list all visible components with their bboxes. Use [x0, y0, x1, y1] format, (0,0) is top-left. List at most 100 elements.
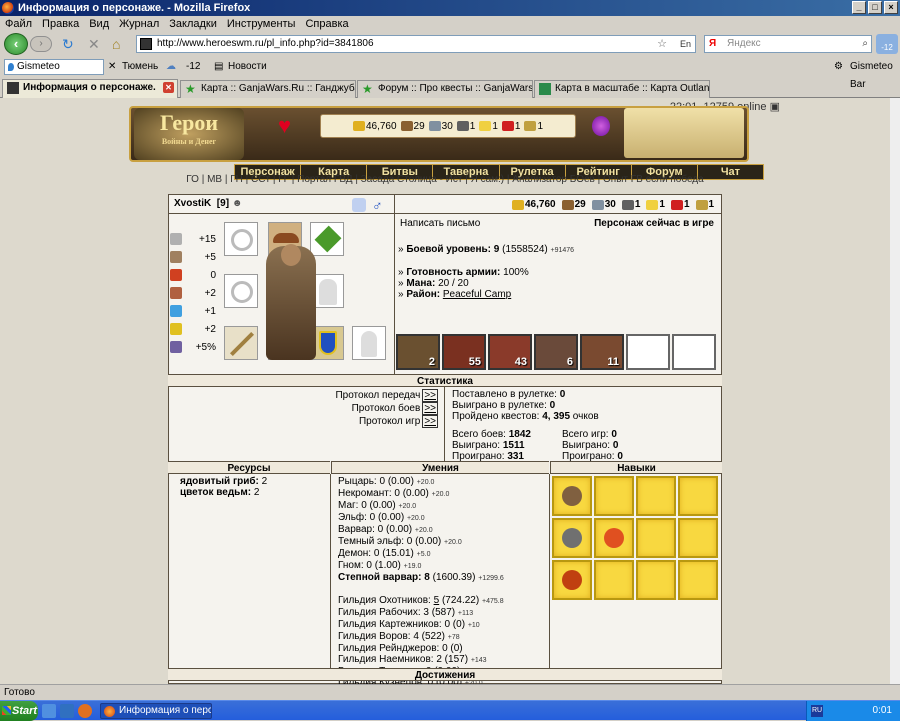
transfer-protocol-button[interactable]: >>	[422, 389, 438, 402]
maximize-button[interactable]: □	[868, 1, 882, 14]
empty-perk-slot[interactable]	[678, 518, 718, 558]
empty-perk-slot[interactable]	[636, 476, 676, 516]
wand-icon	[170, 269, 182, 281]
logo-subtitle: Войны и Денег	[161, 137, 217, 146]
home-icon[interactable]: ⌂	[112, 36, 120, 52]
back-button[interactable]: ‹	[4, 33, 28, 55]
divider	[394, 194, 395, 374]
scroll-icon[interactable]	[352, 198, 366, 212]
resource-value: 1	[537, 120, 544, 132]
menu-help[interactable]: Справка	[302, 16, 351, 32]
weather-badge[interactable]: -12	[876, 34, 898, 54]
rage-icon	[562, 570, 582, 590]
stop-icon[interactable]: ✕	[88, 36, 100, 52]
empty-perk-slot[interactable]	[636, 518, 676, 558]
skill-name: Эльф: 0 (0.00)	[338, 512, 405, 523]
empty-army-slot[interactable]	[672, 334, 716, 370]
mount-slot[interactable]	[352, 326, 386, 360]
empty-perk-slot[interactable]	[594, 560, 634, 600]
tab-character-info[interactable]: Информация о персонаже. ✕	[2, 79, 178, 99]
taskbar-firefox-window[interactable]: Информация о персо...	[100, 703, 212, 719]
resource-item: 1	[524, 121, 543, 132]
desktop-icon[interactable]	[60, 704, 74, 718]
weapon-slot[interactable]	[224, 326, 258, 360]
minimize-button[interactable]: _	[852, 1, 866, 14]
tab-close-icon[interactable]: ✕	[163, 82, 174, 93]
bookmark-star-icon[interactable]: ☆	[657, 36, 667, 52]
write-letter-link[interactable]: Написать письмо	[400, 218, 480, 229]
menu-edit[interactable]: Правка	[39, 16, 82, 32]
empty-perk-slot[interactable]	[678, 560, 718, 600]
empty-perk-slot[interactable]	[678, 476, 718, 516]
resource-value: 46,760	[365, 120, 397, 132]
health-heart-icon[interactable]: ♥	[278, 115, 298, 137]
url-bar[interactable]: http://www.heroeswm.ru/pl_info.php?id=38…	[136, 35, 696, 53]
attribute-row: +5%	[170, 338, 220, 356]
district-link[interactable]: Peaceful Camp	[443, 289, 511, 300]
search-input[interactable]: Я Яндекс ⌕	[704, 35, 872, 53]
perk-slot[interactable]	[552, 476, 592, 516]
ie-icon[interactable]	[42, 704, 56, 718]
resource-item: 29	[561, 199, 586, 210]
horn-icon	[170, 323, 182, 335]
ring-slot-2[interactable]	[224, 274, 258, 308]
tab-outland-map[interactable]: Карта в масштабе :: Карта Outland I...	[534, 80, 710, 98]
army-unit-slot[interactable]: 6	[534, 334, 578, 370]
skill-row: Рыцарь: 0 (0.00) +20.0	[338, 476, 548, 488]
faction-icon: ☻	[231, 198, 243, 209]
attribute-row: 0	[170, 266, 220, 284]
amulet-slot[interactable]	[310, 222, 344, 256]
page-scrollbar[interactable]	[890, 98, 900, 684]
yandex-icon: Я	[709, 38, 717, 49]
resource-item: 1	[479, 121, 498, 132]
character-name[interactable]: XvostiK	[174, 198, 211, 209]
character-info: » Боевой уровень: 9 (1558524) +91476 » Г…	[398, 244, 718, 300]
gear-icon[interactable]: ⚙	[834, 58, 843, 76]
search-icon[interactable]: ⌕	[862, 36, 868, 52]
perk-slot[interactable]	[594, 518, 634, 558]
menu-view[interactable]: Вид	[86, 16, 112, 32]
game-stats: Всего игр: 0 Выиграно: 0 Проиграно: 0	[562, 429, 623, 462]
army-unit-slot[interactable]: 43	[488, 334, 532, 370]
character-figure	[266, 244, 316, 360]
menu-file[interactable]: Файл	[2, 16, 35, 32]
rainbow-icon	[170, 305, 182, 317]
menu-tools[interactable]: Инструменты	[224, 16, 299, 32]
menu-bookmarks[interactable]: Закладки	[166, 16, 220, 32]
city-label[interactable]: Тюмень	[122, 58, 158, 76]
news-link[interactable]: Новости	[228, 58, 267, 76]
start-button[interactable]: Start	[0, 701, 38, 721]
roulette-bet-value: 0	[559, 389, 566, 400]
army-unit-slot[interactable]: 11	[580, 334, 624, 370]
resource-value: 29	[574, 199, 586, 210]
reload-icon[interactable]: ↻	[62, 36, 74, 52]
tab-label: Информация о персонаже.	[23, 82, 156, 93]
firefox-quick-icon[interactable]	[78, 704, 92, 718]
tab-ganjawars-map[interactable]: ★ Карта :: GanjaWars.Ru :: Ганджубас...	[180, 80, 356, 98]
army-bar: 2 55 43 6 11	[396, 334, 716, 370]
empty-perk-slot[interactable]	[594, 476, 634, 516]
gismeteo-search-input[interactable]: Gismeteo	[4, 59, 104, 75]
mana-flask-icon[interactable]	[592, 116, 610, 136]
army-unit-slot[interactable]: 2	[396, 334, 440, 370]
language-badge[interactable]: RU	[811, 705, 823, 717]
empty-army-slot[interactable]	[626, 334, 670, 370]
perk-slot[interactable]	[552, 560, 592, 600]
close-button[interactable]: ×	[884, 1, 898, 14]
forward-button[interactable]: ›	[30, 36, 52, 52]
empty-perk-slot[interactable]	[636, 560, 676, 600]
tab-ganjawars-forum[interactable]: ★ Форум :: Про квесты :: GanjaWars...	[357, 80, 533, 98]
temperature-label[interactable]: -12	[186, 58, 200, 76]
army-unit-slot[interactable]: 55	[442, 334, 486, 370]
games-protocol-button[interactable]: >>	[422, 415, 438, 428]
ring-slot-1[interactable]	[224, 222, 258, 256]
resource-value: 1	[469, 120, 476, 132]
game-logo[interactable]: Герои Войны и Денег	[134, 108, 244, 160]
close-toolbar-icon[interactable]: ✕	[108, 58, 116, 76]
menu-history[interactable]: Журнал	[116, 16, 162, 32]
perk-slot[interactable]	[552, 518, 592, 558]
battles-protocol-button[interactable]: >>	[422, 402, 438, 415]
url-text: http://www.heroeswm.ru/pl_info.php?id=38…	[157, 38, 374, 49]
resource-icon	[591, 199, 604, 210]
quick-links[interactable]: ГО | МВ | ГН | ССт | ГГ | Портал ГВД | З…	[0, 174, 890, 185]
